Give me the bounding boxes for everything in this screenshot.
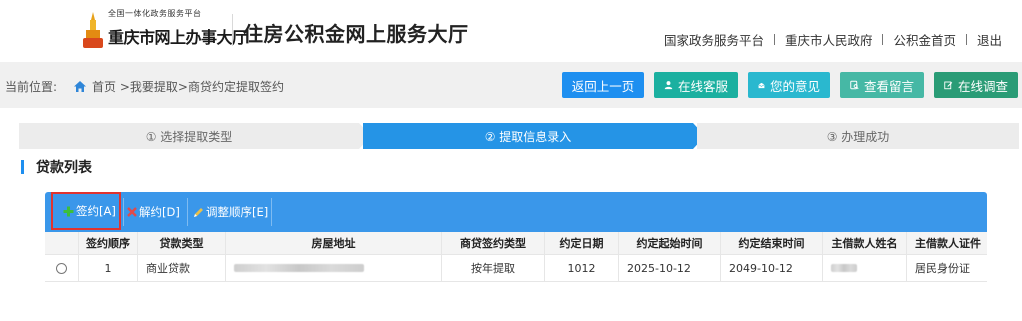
cell-address: [226, 255, 442, 282]
step-select-type: ① 选择提取类型: [19, 123, 359, 149]
reorder-button[interactable]: 调整顺序[E]: [193, 192, 268, 232]
mail-icon: [758, 82, 765, 88]
logo-subtitle: 全国一体化政务服务平台: [108, 9, 202, 18]
link-separator: [882, 34, 884, 45]
unsign-label: 解约[D]: [139, 205, 180, 219]
unsign-button[interactable]: 解约[D]: [127, 192, 180, 232]
header-borrower-name: 主借款人姓名: [823, 232, 907, 255]
home-icon[interactable]: [73, 80, 87, 93]
content-panel: ① 选择提取类型 ② 提取信息录入 ③ 办理成功 贷款列表 签约[A] 解约[D…: [7, 113, 1022, 321]
opinion-button[interactable]: 您的意见: [748, 72, 830, 98]
table-toolbar: 签约[A] 解约[D] 调整顺序[E]: [45, 192, 987, 232]
header-select: [45, 232, 79, 255]
site-title: 住房公积金网上服务大厅: [243, 22, 469, 46]
toolbar-divider: [123, 198, 124, 226]
redacted-address: [234, 264, 364, 272]
search-doc-icon: [850, 80, 859, 90]
step-enter-info: ② 提取信息录入: [363, 123, 693, 149]
header-start: 约定起始时间: [619, 232, 721, 255]
header-end: 约定结束时间: [721, 232, 823, 255]
header-loan-type: 贷款类型: [138, 232, 226, 255]
step-complete: ③ 办理成功: [697, 123, 1019, 149]
sign-button[interactable]: 签约[A]: [51, 192, 121, 230]
cell-borrower-id: 居民身份证: [907, 255, 987, 282]
header-agreed-date: 约定日期: [545, 232, 619, 255]
view-message-button[interactable]: 查看留言: [840, 72, 924, 98]
edit-icon: [944, 81, 953, 90]
site-header: 全国一体化政务服务平台 重庆市网上办事大厅 住房公积金网上服务大厅 国家政务服务…: [0, 0, 1022, 62]
back-label: 返回上一页: [571, 78, 635, 94]
breadcrumb: 当前位置: 首页 >我要提取>商贷约定提取签约: [5, 78, 284, 95]
reorder-label: 调整顺序[E]: [206, 205, 269, 219]
emblem-icon: [83, 12, 103, 48]
action-buttons: 返回上一页 在线客服 您的意见 查看留言 在线调查: [552, 72, 1018, 98]
row-select-cell: [45, 255, 79, 282]
view-message-label: 查看留言: [863, 78, 914, 94]
link-separator: [965, 34, 967, 45]
breadcrumb-prefix: 当前位置:: [5, 80, 58, 94]
link-separator: [773, 34, 775, 45]
cell-end: 2049-10-12: [721, 255, 823, 282]
cell-borrower-name: [823, 255, 907, 282]
header-sign-type: 商贷签约类型: [442, 232, 545, 255]
opinion-label: 您的意见: [769, 78, 820, 94]
cell-sign-type: 按年提取: [442, 255, 545, 282]
toolbar-divider: [271, 198, 272, 226]
header-order: 签约顺序: [79, 232, 138, 255]
logo-title: 重庆市网上办事大厅: [108, 28, 248, 47]
back-button[interactable]: 返回上一页: [562, 72, 644, 98]
chongqing-logo[interactable]: 全国一体化政务服务平台 重庆市网上办事大厅: [80, 6, 248, 56]
person-icon: [664, 81, 673, 90]
toolbar-divider: [187, 198, 188, 226]
link-fund-home[interactable]: 公积金首页: [893, 30, 956, 49]
section-title-text: 贷款列表: [36, 160, 92, 176]
pencil-icon: [194, 207, 203, 217]
loan-table: 签约顺序 贷款类型 房屋地址 商贷签约类型 约定日期 约定起始时间 约定结束时间…: [45, 232, 987, 282]
cell-start: 2025-10-12: [619, 255, 721, 282]
cell-order: 1: [79, 255, 138, 282]
header-divider: [232, 14, 233, 46]
breadcrumb-bar: 当前位置: 首页 >我要提取>商贷约定提取签约 返回上一页 在线客服 您的意见 …: [0, 62, 1022, 108]
cell-loan-type: 商业贷款: [138, 255, 226, 282]
online-survey-button[interactable]: 在线调查: [934, 72, 1018, 98]
top-links: 国家政务服务平台 重庆市人民政府 公积金首页 退出: [664, 30, 1002, 49]
cell-agreed-date: 1012: [545, 255, 619, 282]
link-logout[interactable]: 退出: [977, 30, 1002, 49]
section-title: 贷款列表: [21, 157, 92, 177]
close-icon: [127, 207, 137, 217]
breadcrumb-path[interactable]: 首页 >我要提取>商贷约定提取签约: [92, 78, 284, 95]
link-national-platform[interactable]: 国家政务服务平台: [664, 30, 764, 49]
online-survey-label: 在线调查: [957, 78, 1008, 94]
online-service-label: 在线客服: [677, 78, 728, 94]
title-accent-bar: [21, 160, 24, 174]
header-address: 房屋地址: [226, 232, 442, 255]
step-progress: ① 选择提取类型 ② 提取信息录入 ③ 办理成功: [19, 123, 1019, 149]
plus-icon: [63, 206, 74, 216]
row-radio[interactable]: [56, 262, 67, 274]
redacted-name: [831, 264, 857, 272]
online-service-button[interactable]: 在线客服: [654, 72, 738, 98]
table-row[interactable]: 1 商业贷款 按年提取 1012 2025-10-12 2049-10-12 居…: [45, 255, 987, 282]
table-header-row: 签约顺序 贷款类型 房屋地址 商贷签约类型 约定日期 约定起始时间 约定结束时间…: [45, 232, 987, 255]
header-borrower-id: 主借款人证件: [907, 232, 987, 255]
link-chongqing-gov[interactable]: 重庆市人民政府: [785, 30, 873, 49]
sign-label: 签约[A]: [76, 204, 116, 218]
